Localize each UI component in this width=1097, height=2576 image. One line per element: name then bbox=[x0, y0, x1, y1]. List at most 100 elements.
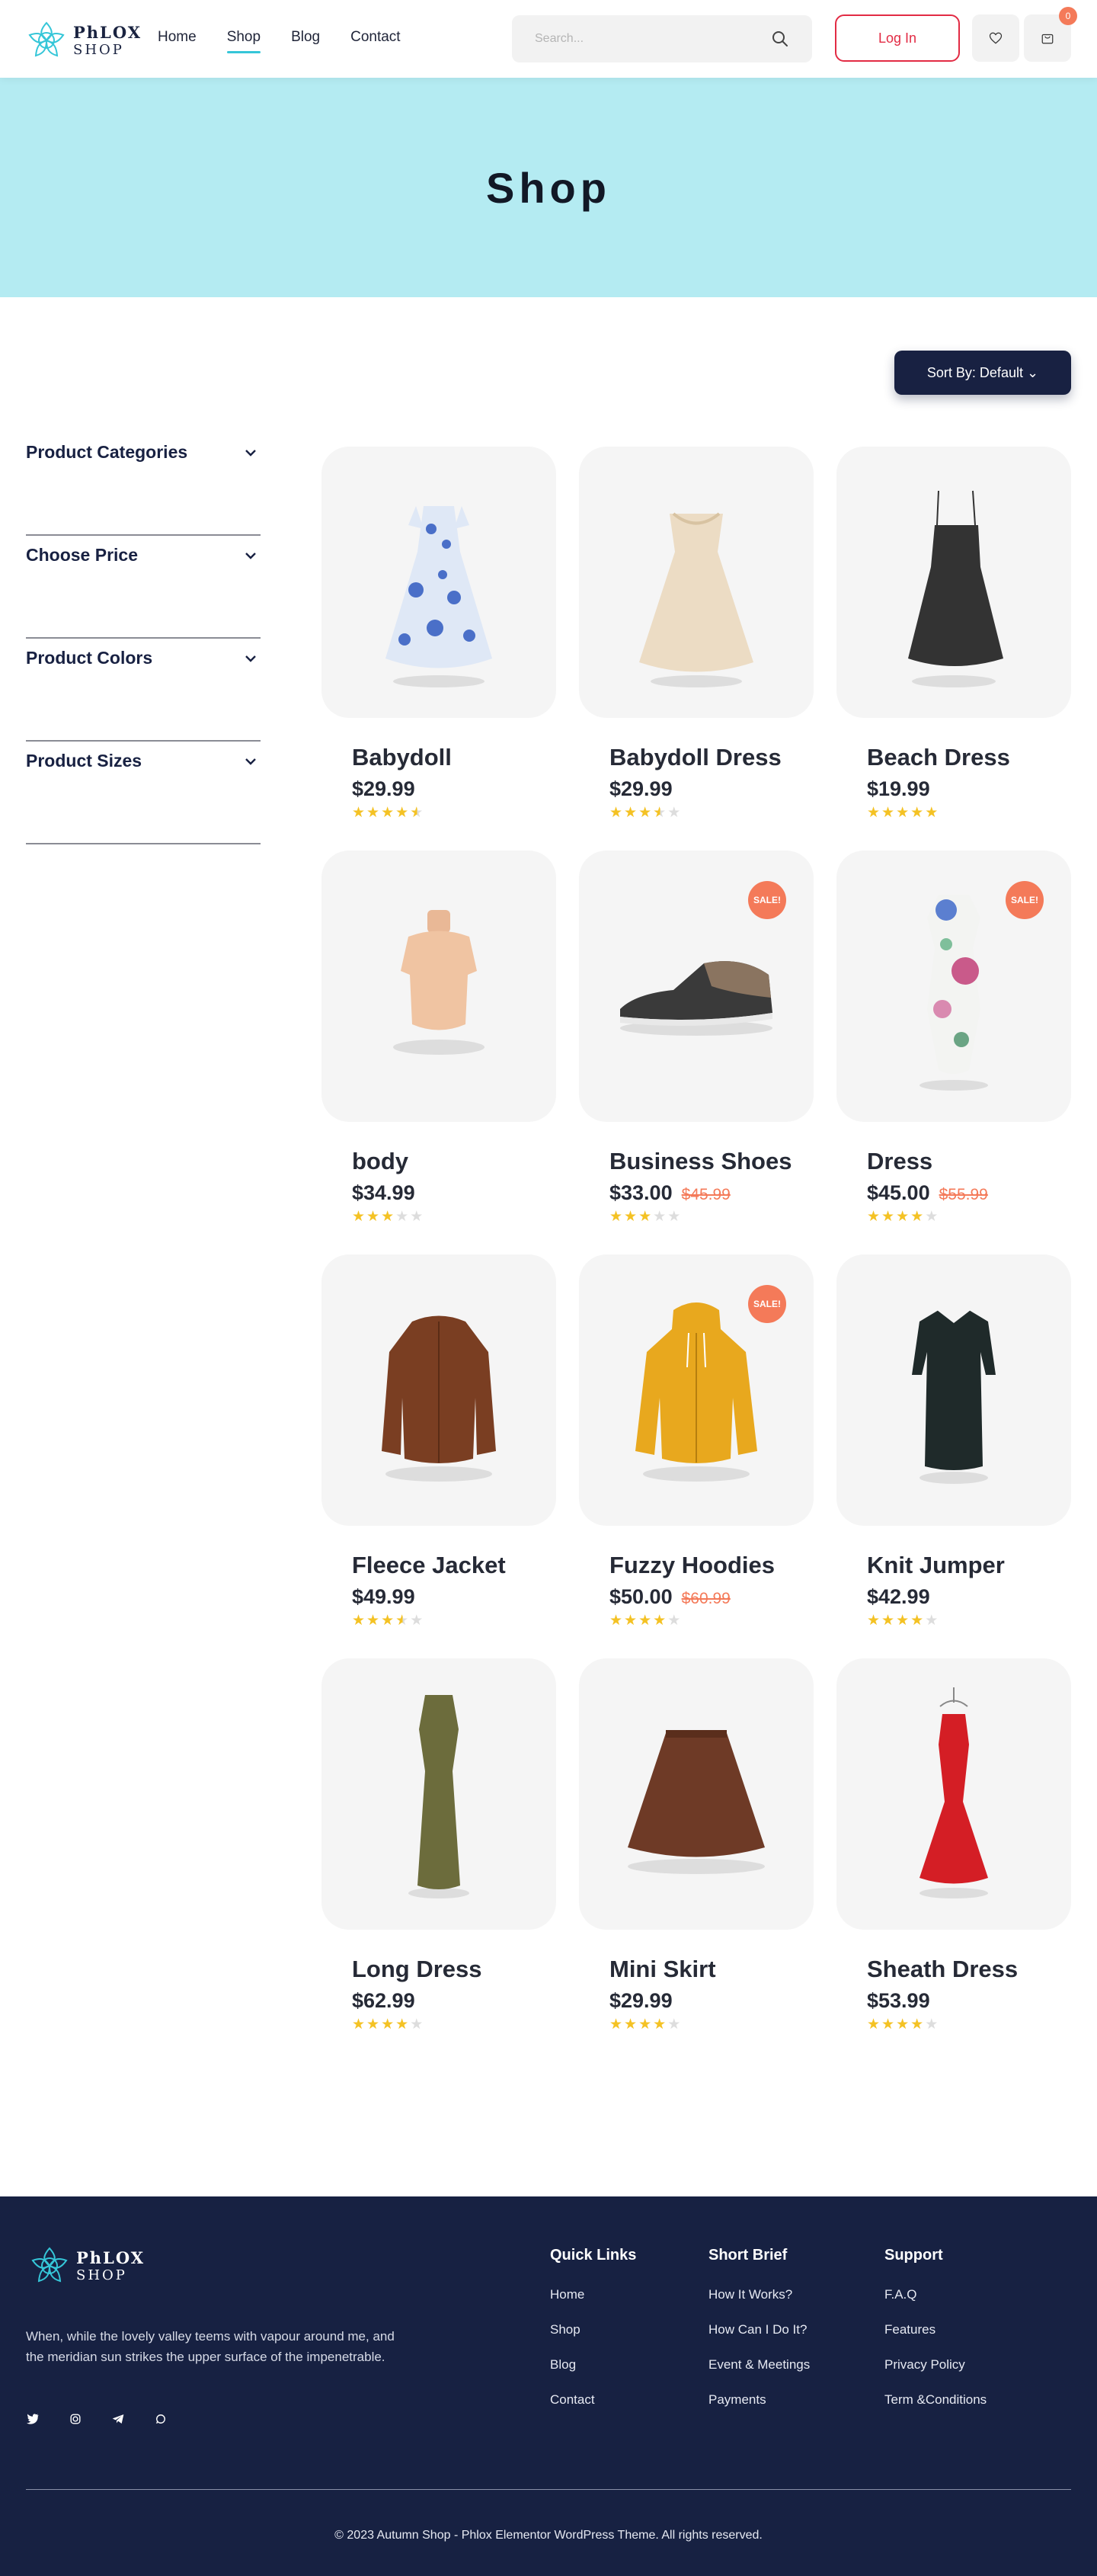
footer-link-terms[interactable]: Term &Conditions bbox=[884, 2392, 987, 2408]
twitter-icon[interactable] bbox=[26, 2412, 40, 2426]
product-card[interactable]: Mini Skirt $29.99 ★★★★★ bbox=[579, 1658, 814, 2032]
filter-product-sizes[interactable]: Product Sizes bbox=[26, 742, 261, 844]
product-prices: $45.00 $55.99 bbox=[836, 1181, 1071, 1205]
filter-product-categories[interactable]: Product Categories bbox=[26, 433, 261, 536]
rating-stars: ★★★★★ bbox=[352, 2017, 425, 2033]
product-name[interactable]: Long Dress bbox=[321, 1956, 556, 1983]
footer-link-shop[interactable]: Shop bbox=[550, 2322, 636, 2337]
footer-col-quick-links: Quick Links Home Shop Blog Contact bbox=[550, 2247, 636, 2427]
nav-home[interactable]: Home bbox=[158, 29, 197, 52]
product-name[interactable]: Mini Skirt bbox=[579, 1956, 814, 1983]
rating-stars: ★★★★★ bbox=[609, 1209, 683, 1225]
product-card[interactable]: Babydoll Dress $29.99 ★★★★★ bbox=[579, 447, 814, 820]
chevron-down-icon[interactable] bbox=[244, 551, 257, 560]
product-image[interactable] bbox=[321, 447, 556, 718]
telegram-icon[interactable] bbox=[111, 2412, 125, 2426]
product-card[interactable]: body $34.99 ★★★★★ bbox=[321, 851, 556, 1224]
chevron-down-icon[interactable] bbox=[244, 448, 257, 457]
footer-col-title: Short Brief bbox=[708, 2247, 788, 2264]
product-price: $53.99 bbox=[867, 1989, 930, 2012]
product-image[interactable]: SALE! bbox=[836, 851, 1071, 1122]
product-image[interactable] bbox=[836, 1658, 1071, 1930]
nav-contact[interactable]: Contact bbox=[350, 29, 400, 52]
footer-logo[interactable]: PhLOX SHOP bbox=[29, 2245, 145, 2286]
search-icon[interactable] bbox=[771, 30, 789, 48]
filter-product-colors[interactable]: Product Colors bbox=[26, 639, 261, 742]
product-image[interactable] bbox=[321, 1254, 556, 1526]
footer-link-how-it-works[interactable]: How It Works? bbox=[708, 2287, 810, 2302]
product-image[interactable] bbox=[836, 1254, 1071, 1526]
product-image[interactable] bbox=[579, 447, 814, 718]
product-card[interactable]: Babydoll $29.99 ★★★★★ bbox=[321, 447, 556, 820]
product-price: $49.99 bbox=[352, 1585, 415, 1608]
product-card[interactable]: Fleece Jacket $49.99 ★★★★★ bbox=[321, 1254, 556, 1628]
product-name[interactable]: Dress bbox=[836, 1148, 1071, 1175]
product-price: $19.99 bbox=[867, 777, 930, 800]
product-name[interactable]: Sheath Dress bbox=[836, 1956, 1071, 1983]
product-image[interactable] bbox=[836, 447, 1071, 718]
footer-link-home[interactable]: Home bbox=[550, 2287, 636, 2302]
brand-name: PhLOX bbox=[76, 2248, 146, 2267]
product-name[interactable]: body bbox=[321, 1148, 556, 1175]
dress-blue-dots-image bbox=[385, 506, 492, 687]
product-card[interactable]: Knit Jumper $42.99 ★★★★★ bbox=[836, 1254, 1071, 1628]
product-card[interactable]: Sheath Dress $53.99 ★★★★★ bbox=[836, 1658, 1071, 2032]
footer-link-features[interactable]: Features bbox=[884, 2322, 987, 2337]
footer-col-short-brief: Short Brief How It Works? How Can I Do I… bbox=[708, 2247, 810, 2427]
product-name[interactable]: Knit Jumper bbox=[836, 1552, 1071, 1579]
product-card[interactable]: Long Dress $62.99 ★★★★★ bbox=[321, 1658, 556, 2032]
dress-black-collar-image bbox=[912, 1305, 996, 1484]
product-card[interactable]: SALE! Business Shoes $33.00 $45.99 ★★★★★ bbox=[579, 851, 814, 1224]
product-card[interactable]: SALE! Fuzzy Hoodies $50.00 $60.99 ★★★★★ bbox=[579, 1254, 814, 1628]
product-name[interactable]: Fuzzy Hoodies bbox=[579, 1552, 814, 1579]
chevron-down-icon[interactable] bbox=[244, 654, 257, 663]
wishlist-button[interactable] bbox=[972, 14, 1019, 62]
sort-dropdown[interactable]: Sort By: Default ⌄ bbox=[894, 351, 1071, 395]
product-name[interactable]: Fleece Jacket bbox=[321, 1552, 556, 1579]
product-image[interactable] bbox=[579, 1658, 814, 1930]
brand-subtitle: SHOP bbox=[76, 2267, 127, 2283]
filter-choose-price[interactable]: Choose Price bbox=[26, 536, 261, 639]
product-name[interactable]: Babydoll bbox=[321, 744, 556, 771]
filter-title: Choose Price bbox=[26, 545, 138, 565]
dress-olive-image bbox=[408, 1695, 469, 1898]
filter-title: Product Categories bbox=[26, 442, 188, 462]
product-image[interactable] bbox=[321, 1658, 556, 1930]
product-old-price: $45.99 bbox=[681, 1186, 731, 1203]
product-name[interactable]: Beach Dress bbox=[836, 744, 1071, 771]
product-price: $42.99 bbox=[867, 1585, 930, 1608]
product-price: $34.99 bbox=[352, 1181, 415, 1204]
footer-link-events[interactable]: Event & Meetings bbox=[708, 2357, 810, 2373]
product-prices: $19.99 bbox=[836, 777, 1071, 801]
footer-link-contact[interactable]: Contact bbox=[550, 2392, 636, 2408]
product-prices: $62.99 bbox=[321, 1989, 556, 2013]
chevron-down-icon[interactable] bbox=[244, 757, 257, 766]
product-image[interactable]: SALE! bbox=[579, 1254, 814, 1526]
footer-link-faq[interactable]: F.A.Q bbox=[884, 2287, 987, 2302]
brand-logo[interactable]: PhLOX SHOP bbox=[26, 20, 142, 61]
footer-col-title: Support bbox=[884, 2247, 943, 2264]
product-image[interactable] bbox=[321, 851, 556, 1122]
whatsapp-icon[interactable] bbox=[154, 2412, 168, 2426]
nav-shop[interactable]: Shop bbox=[226, 29, 261, 53]
product-price: $29.99 bbox=[352, 777, 415, 800]
product-card[interactable]: Beach Dress $19.99 ★★★★★ bbox=[836, 447, 1071, 820]
nav-blog[interactable]: Blog bbox=[291, 29, 320, 52]
footer-link-how-can-i[interactable]: How Can I Do It? bbox=[708, 2322, 810, 2337]
rating-stars: ★★★★★ bbox=[352, 1209, 425, 1225]
footer-link-payments[interactable]: Payments bbox=[708, 2392, 810, 2408]
search-input[interactable] bbox=[512, 15, 756, 62]
login-button[interactable]: Log In bbox=[835, 14, 960, 62]
footer-link-privacy[interactable]: Privacy Policy bbox=[884, 2357, 987, 2373]
product-prices: $49.99 bbox=[321, 1585, 556, 1609]
footer-link-blog[interactable]: Blog bbox=[550, 2357, 636, 2373]
footer-description: When, while the lovely valley teems with… bbox=[26, 2329, 395, 2364]
product-name[interactable]: Babydoll Dress bbox=[579, 744, 814, 771]
product-image[interactable]: SALE! bbox=[579, 851, 814, 1122]
cart-button[interactable]: 0 bbox=[1024, 7, 1077, 62]
instagram-icon[interactable] bbox=[69, 2412, 82, 2426]
product-card[interactable]: SALE! Dress $45.00 $55.99 ★★★★★ bbox=[836, 851, 1071, 1224]
product-prices: $29.99 bbox=[579, 777, 814, 801]
product-price: $50.00 bbox=[609, 1585, 673, 1608]
product-name[interactable]: Business Shoes bbox=[579, 1148, 814, 1175]
